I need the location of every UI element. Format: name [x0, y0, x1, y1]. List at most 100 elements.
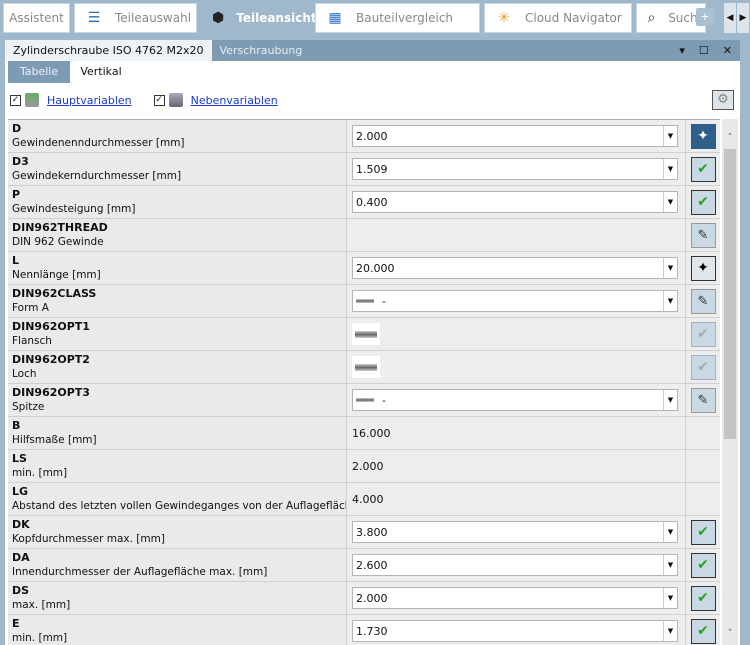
edit-button[interactable]: ✎ — [690, 222, 716, 248]
edit-button[interactable]: ✎ — [690, 387, 716, 413]
variable-description: Gewindekerndurchmesser [mm] — [12, 170, 182, 182]
variable-value-cell: 1.730 ▼ — [347, 615, 686, 645]
value-combobox[interactable]: - ▼ — [352, 290, 678, 312]
check-icon: ✔ — [697, 161, 709, 177]
variable-value-cell: 16.000 — [347, 417, 686, 449]
variable-action-cell: ✔ — [686, 516, 720, 548]
scroll-down-icon[interactable]: ˅ — [722, 629, 738, 643]
variables-grid: D Gewindenenndurchmesser [mm] 2.000 ▼ ✦ D3 Gew… — [8, 119, 720, 645]
check-button[interactable]: ✔ — [690, 618, 716, 644]
tab-cloud-navigator[interactable]: ✳ Cloud Navigator — [484, 3, 632, 33]
chevron-down-icon[interactable]: ▼ — [663, 522, 677, 542]
tab-assistent[interactable]: Assistent — [3, 3, 70, 33]
variable-row: Emin. [mm] 1.730 ▼ ✔ — [8, 615, 720, 645]
value-combobox[interactable]: - ▼ — [352, 389, 678, 411]
pin-active-button[interactable]: ✦ — [690, 123, 716, 149]
variable-value-cell: - ▼ — [347, 384, 686, 416]
value-combobox[interactable]: 2.000 ▼ — [352, 587, 678, 609]
chevron-down-icon[interactable]: ▼ — [663, 258, 677, 278]
chevron-down-icon[interactable]: ▼ — [663, 159, 677, 179]
sub-vars-checkbox[interactable]: ✓ — [153, 94, 165, 106]
variable-name: L — [12, 254, 20, 267]
scroll-up-icon[interactable]: ˄ — [722, 133, 738, 147]
variable-label: DS max. [mm] — [8, 582, 347, 614]
variable-name: E — [12, 617, 20, 630]
main-vars-link[interactable]: Hauptvariablen — [47, 94, 132, 107]
variable-action-cell: ✎ — [686, 219, 720, 251]
variable-label: DIN962THREAD DIN 962 Gewinde — [8, 219, 347, 251]
variable-action-cell: ✔ — [686, 615, 720, 645]
check-button[interactable]: ✔ — [690, 519, 716, 545]
value-combobox[interactable]: 2.000 ▼ — [352, 125, 678, 147]
tab-tabelle[interactable]: Tabelle — [8, 61, 70, 83]
chevron-down-icon[interactable]: ▼ — [663, 126, 677, 146]
variable-row: LS min. [mm] 2.000 — [8, 450, 720, 483]
variable-description: Hilfsmaße [mm] — [12, 434, 97, 446]
maximize-icon[interactable]: ☐ — [699, 40, 709, 61]
variable-action-cell: ✔ — [686, 186, 720, 218]
search-icon: ⌕ — [647, 10, 656, 26]
vertical-scrollbar[interactable]: ˄ ˅ — [722, 119, 738, 645]
value-combobox[interactable]: 0.400 ▼ — [352, 191, 678, 213]
chevron-down-icon[interactable]: ▼ — [663, 390, 677, 410]
variable-label: DA Innendurchmesser der Auflagefläche max… — [8, 549, 347, 581]
sub-vars-link[interactable]: Nebenvariablen — [191, 94, 278, 107]
tab-bauteilvergleich[interactable]: ▦ Bauteilvergleich — [315, 3, 480, 33]
chevron-down-icon[interactable]: ▼ — [663, 192, 677, 212]
variable-action-cell: ✔ — [686, 153, 720, 185]
value-text: 2.000 — [352, 459, 384, 473]
close-icon[interactable]: ✕ — [723, 40, 732, 61]
pin-button[interactable]: ✦ — [690, 255, 716, 281]
check-button[interactable]: ✔ — [690, 552, 716, 578]
variable-row: L Nennlänge [mm] 20.000 ▼ ✦ — [8, 252, 720, 285]
value-combobox[interactable]: 2.600 ▼ — [352, 554, 678, 576]
variable-name: B — [12, 419, 21, 432]
dropdown-icon[interactable]: ▾ — [679, 40, 685, 61]
document-tabs: Zylinderschraube ISO 4762 M2x20 Verschra… — [5, 40, 740, 61]
chevron-down-icon[interactable]: ▼ — [663, 555, 677, 575]
check-icon: ✔ — [697, 326, 709, 342]
variable-action-cell — [686, 417, 720, 449]
doc-tab-part[interactable]: Zylinderschraube ISO 4762 M2x20 — [5, 40, 212, 61]
chevron-down-icon[interactable]: ▼ — [663, 291, 677, 311]
edit-icon: ✎ — [697, 227, 709, 243]
variable-name: DIN962OPT1 — [12, 320, 90, 333]
view-tabs: Tabelle Vertikal — [5, 61, 740, 83]
tab-teileauswahl[interactable]: ☰ Teileauswahl — [74, 3, 197, 33]
variable-label: DK Kopfdurchmesser max. [mm] — [8, 516, 347, 548]
check-disabled-button[interactable]: ✔ — [690, 321, 716, 347]
tab-teileansicht[interactable]: ⬢ Teileansicht — [201, 3, 317, 33]
variable-description: Spitze — [12, 401, 45, 413]
check-button[interactable]: ✔ — [690, 189, 716, 215]
settings-gear-button[interactable]: ⚙ — [712, 90, 734, 110]
variable-action-cell: ✎ — [686, 285, 720, 317]
variable-row: DS max. [mm] 2.000 ▼ ✔ — [8, 582, 720, 615]
variable-action-cell: ✔ — [686, 351, 720, 383]
variable-description: Gewindenenndurchmesser [mm] — [12, 137, 185, 149]
main-vars-checkbox[interactable]: ✓ — [10, 94, 21, 106]
value-combobox[interactable]: 1.730 ▼ — [352, 620, 678, 642]
scroll-tabs-right-button[interactable]: ▶ — [737, 3, 749, 33]
edit-button[interactable]: ✎ — [690, 288, 716, 314]
chevron-down-icon[interactable]: ▼ — [663, 588, 677, 608]
variable-label: Emin. [mm] — [8, 615, 347, 645]
doc-tab-verschraubung[interactable]: Verschraubung — [212, 40, 311, 61]
value-combobox[interactable]: 3.800 ▼ — [352, 521, 678, 543]
check-button[interactable]: ✔ — [690, 156, 716, 182]
variable-description: Nennlänge [mm] — [12, 269, 101, 281]
check-icon: ✔ — [697, 590, 709, 606]
scroll-tabs-left-button[interactable]: ◀ — [724, 3, 736, 33]
variable-value-cell — [347, 219, 686, 251]
variable-value-cell: 4.000 — [347, 483, 686, 515]
scrollbar-thumb[interactable] — [724, 149, 736, 439]
value-combobox[interactable]: 1.509 ▼ — [352, 158, 678, 180]
tab-vertikal[interactable]: Vertikal — [70, 61, 132, 83]
value-combobox[interactable]: 20.000 ▼ — [352, 257, 678, 279]
chevron-down-icon[interactable]: ▼ — [663, 621, 677, 641]
variable-value-cell: 0.400 ▼ — [347, 186, 686, 218]
variable-description: Form A — [12, 302, 49, 314]
check-disabled-button[interactable]: ✔ — [690, 354, 716, 380]
variable-row: DK Kopfdurchmesser max. [mm] 3.800 ▼ ✔ — [8, 516, 720, 549]
check-button[interactable]: ✔ — [690, 585, 716, 611]
add-tab-button[interactable]: + — [696, 8, 714, 26]
